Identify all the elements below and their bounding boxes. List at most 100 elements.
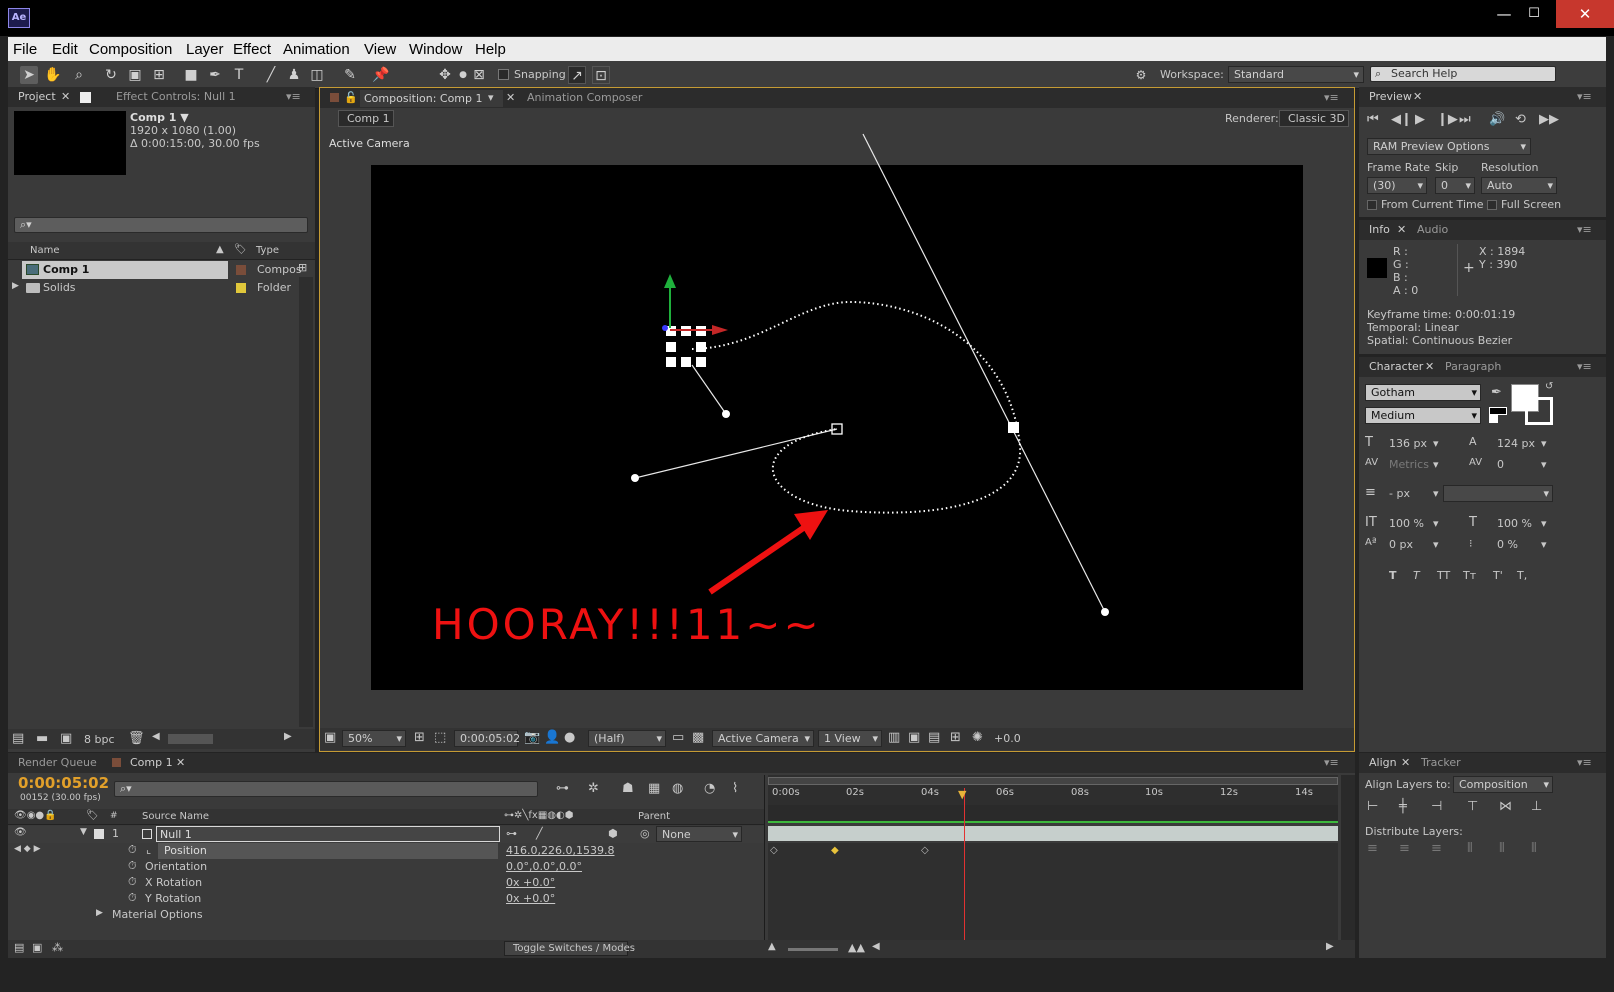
panel-menu-icon[interactable]: ▾≡	[1577, 223, 1592, 236]
zoom-out-icon[interactable]: ▲	[768, 941, 776, 952]
menu-layer[interactable]: Layer	[186, 41, 224, 58]
keyframe-icon[interactable]: ◇	[770, 845, 778, 856]
stopwatch-icon[interactable]: ⏱	[128, 891, 137, 905]
trash-icon[interactable]: 🗑	[128, 731, 145, 746]
horizontal-scroll-thumb[interactable]	[168, 734, 213, 744]
selection-tool-icon[interactable]: ➤	[20, 66, 38, 84]
property-value[interactable]: 416.0,226.0,1539.8	[506, 844, 614, 857]
faux-bold-button[interactable]: T	[1389, 569, 1397, 582]
zoom-dropdown[interactable]: 50% ▾	[342, 730, 406, 747]
baseline-shift-value[interactable]: 0 px	[1389, 538, 1413, 551]
time-ruler[interactable]: 0:00s 02s 04s 06s 08s 10s 12s 14s	[768, 775, 1338, 805]
faux-italic-button[interactable]: T	[1413, 569, 1420, 582]
frame-rate-dropdown[interactable]: (30) ▾	[1367, 177, 1427, 194]
rectangle-tool-icon[interactable]: ■	[182, 66, 200, 84]
current-time-field[interactable]: 0:00:05:02	[454, 730, 520, 747]
zoom-in-icon[interactable]: ▲▲	[848, 941, 865, 954]
swap-colors-icon[interactable]: ↺	[1545, 381, 1553, 392]
stopwatch-icon[interactable]: ⏱	[128, 859, 137, 873]
align-left-icon[interactable]: ⊢	[1367, 799, 1378, 814]
first-frame-icon[interactable]: ⏮	[1367, 112, 1379, 127]
subscript-button[interactable]: T,	[1517, 569, 1527, 582]
expand-layer-switches-icon[interactable]: ▤	[14, 941, 24, 954]
parent-dropdown[interactable]: None ▾	[656, 826, 742, 842]
table-row[interactable]: 👁 ▼ 1 Null 1 ⊶ ╱ ⬢ ◎ None ▾	[8, 826, 764, 843]
none-swatch[interactable]	[1489, 415, 1498, 423]
tab-preview[interactable]: Preview	[1369, 90, 1412, 103]
menu-view[interactable]: View	[364, 41, 396, 58]
timeline-scrollbar[interactable]	[1341, 775, 1355, 945]
column-parent[interactable]: Parent	[638, 811, 670, 822]
menu-window[interactable]: Window	[409, 41, 462, 58]
table-row[interactable]: ⏱ Orientation 0.0°,0.0°,0.0°	[8, 859, 764, 875]
property-value[interactable]: 0x +0.0°	[506, 892, 555, 905]
font-style-dropdown[interactable]: Medium ▾	[1365, 407, 1481, 424]
motion-path[interactable]	[691, 300, 1022, 514]
always-preview-icon[interactable]: ▣	[324, 730, 336, 745]
channel-icon[interactable]: ●	[564, 730, 575, 745]
column-source-name[interactable]: Source Name	[142, 811, 209, 822]
audio-icon[interactable]: 🔊	[1489, 112, 1505, 127]
tab-align[interactable]: Align	[1369, 756, 1397, 769]
table-row[interactable]: ▶ Material Options	[8, 907, 764, 923]
zoom-tool-icon[interactable]: ⌕	[70, 66, 88, 84]
mask-visibility-icon[interactable]: ⬚	[434, 730, 446, 745]
project-scrollbar[interactable]	[299, 277, 313, 727]
vertical-scale-value[interactable]: 100 %	[1389, 517, 1424, 530]
chevron-down-icon[interactable]: ▾	[1433, 437, 1439, 450]
expand-arrow-icon[interactable]: ▶	[12, 281, 19, 291]
layer-name-field[interactable]: Null 1	[156, 826, 500, 842]
graph-toggle-icon[interactable]: ⌞	[146, 843, 151, 856]
align-to-dropdown[interactable]: Composition ▾	[1453, 776, 1553, 793]
distribute-right-icon[interactable]: ⦀	[1531, 841, 1537, 856]
camera-view-dropdown[interactable]: Active Camera ▾	[712, 730, 814, 747]
tsume-value[interactable]: 0 %	[1497, 538, 1518, 551]
snap-features-icon[interactable]: ⊡	[592, 66, 610, 84]
stroke-width-value[interactable]: - px	[1389, 487, 1410, 500]
toggle-switches-modes-button[interactable]: Toggle Switches / Modes	[504, 941, 635, 956]
stopwatch-icon[interactable]: ⏱	[128, 875, 137, 889]
tab-tracker[interactable]: Tracker	[1421, 756, 1461, 769]
close-icon[interactable]: ✕	[1425, 360, 1434, 373]
leading-value[interactable]: 124 px	[1497, 437, 1535, 450]
snapshot-icon[interactable]: 📷	[524, 730, 540, 745]
distribute-vcenter-icon[interactable]: ≡	[1399, 841, 1410, 856]
graph-editor-icon[interactable]: ⌇	[732, 781, 738, 796]
eyedropper-icon[interactable]: ✒	[1491, 385, 1502, 400]
hand-tool-icon[interactable]: ✋	[44, 66, 62, 84]
keyframe-vertex[interactable]	[1008, 422, 1019, 433]
table-row[interactable]: ◀ ◆ ▶ ⏱ ⌞ Position 416.0,226.0,1539.8	[8, 843, 764, 859]
brush-tool-icon[interactable]: ╱	[262, 66, 280, 84]
tab-comp[interactable]: Comp 1	[130, 756, 173, 769]
close-icon[interactable]: ✕	[176, 756, 185, 769]
panel-menu-icon[interactable]: ▾≡	[1577, 756, 1592, 769]
view-axis-icon[interactable]: ⊠	[470, 66, 488, 84]
from-current-time-checkbox[interactable]	[1367, 200, 1377, 210]
maximize-button[interactable]: ☐	[1512, 0, 1556, 28]
align-top-icon[interactable]: ⊤	[1467, 799, 1478, 814]
bezier-handle[interactable]	[722, 410, 730, 418]
expand-arrow-icon[interactable]: ▼	[80, 827, 87, 837]
eraser-tool-icon[interactable]: ◫	[308, 66, 326, 84]
toggle-pixel-aspect-icon[interactable]: ▥	[888, 730, 900, 745]
layer-duration-bar[interactable]	[768, 826, 1338, 841]
next-frame-icon[interactable]: ❙▶	[1437, 112, 1458, 127]
puppet-pin-tool-icon[interactable]: 📌	[372, 66, 390, 84]
work-area-bar[interactable]	[768, 777, 1338, 785]
panel-menu-icon[interactable]: ▾≡	[1324, 756, 1339, 769]
bit-depth[interactable]: 8 bpc	[84, 733, 115, 746]
interpret-footage-icon[interactable]: ▤	[12, 731, 24, 746]
tab-info[interactable]: Info	[1369, 223, 1390, 236]
timeline-search-input[interactable]: ⌕▾	[114, 781, 538, 797]
tab-project[interactable]: Project	[18, 90, 56, 103]
null-layer-handles[interactable]	[666, 326, 706, 367]
list-item[interactable]: ▶ Solids Folder	[8, 279, 298, 297]
project-search-input[interactable]: ⌕▾	[14, 217, 308, 233]
font-size-value[interactable]: 136 px	[1389, 437, 1427, 450]
work-area-range[interactable]	[768, 805, 1338, 823]
fast-previews-icon[interactable]: ▣	[908, 730, 920, 745]
align-right-icon[interactable]: ⊣	[1431, 799, 1442, 814]
black-swatch[interactable]	[1489, 407, 1507, 415]
frame-blending-icon[interactable]: ▦	[648, 781, 660, 796]
scroll-right-icon[interactable]: ▶	[284, 731, 292, 742]
